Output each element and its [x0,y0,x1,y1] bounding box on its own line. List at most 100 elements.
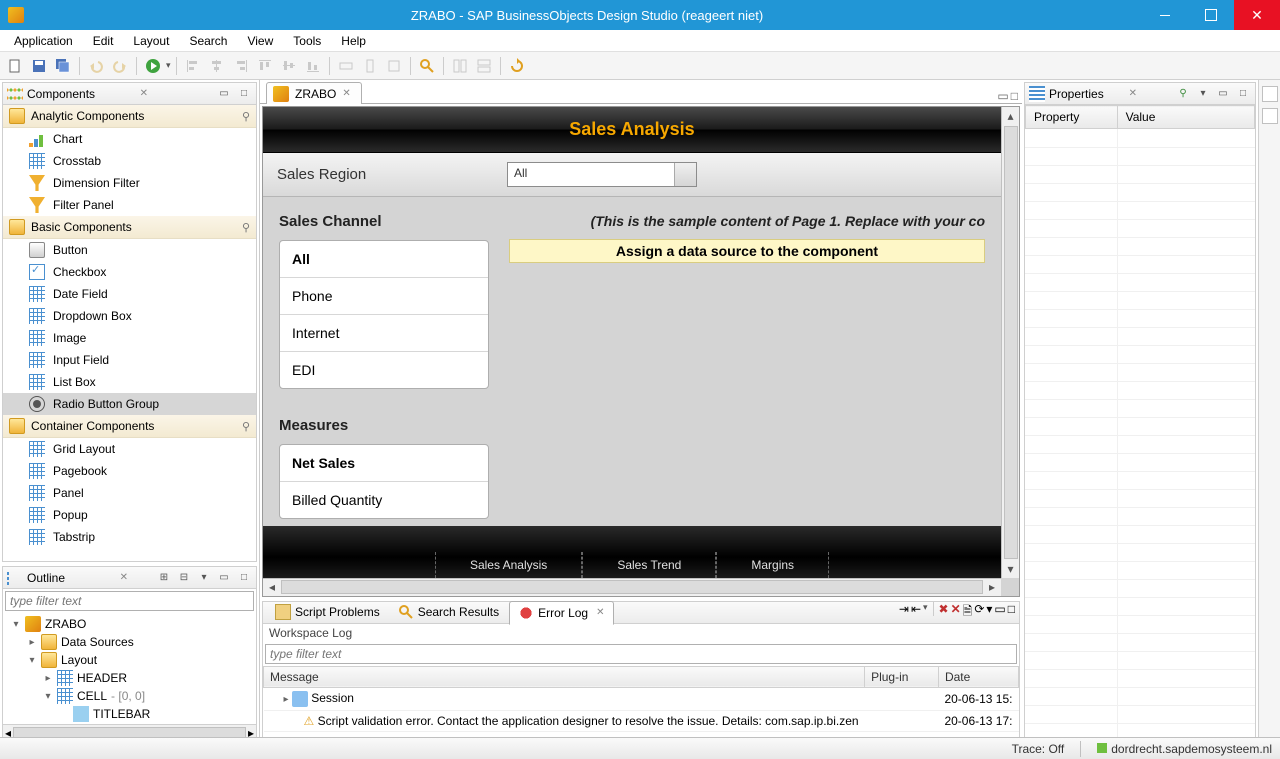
component-item[interactable]: Pagebook [3,460,256,482]
import-log-icon[interactable]: ⇤ [911,602,921,623]
component-item[interactable]: Checkbox [3,261,256,283]
minimize-panel-icon[interactable]: ▭ [994,602,1005,623]
menu-help[interactable]: Help [331,31,376,51]
errorlog-filter[interactable] [265,644,1017,664]
menu-layout[interactable]: Layout [123,31,179,51]
strip-button-2[interactable] [1262,108,1278,124]
measures-listbox[interactable]: Net SalesBilled Quantity [279,444,489,519]
component-item[interactable]: Input Field [3,349,256,371]
maximize-button[interactable] [1188,0,1234,30]
channel-listbox[interactable]: AllPhoneInternetEDI [279,240,489,389]
reread-log-icon[interactable]: ⟳ [974,602,984,623]
component-item[interactable]: Radio Button Group [3,393,256,415]
panel-menu-icon[interactable]: ▾ [196,570,212,586]
tab-close-icon[interactable]: ✕ [342,88,350,99]
layout-a-icon[interactable] [449,55,471,77]
component-item[interactable]: Panel [3,482,256,504]
tab-close-icon[interactable]: ✕ [140,88,148,99]
panel-menu-icon[interactable]: ▾ [1195,86,1211,102]
match-width-icon[interactable] [335,55,357,77]
close-button[interactable]: ✕ [1234,0,1280,30]
save-all-icon[interactable] [52,55,74,77]
tree-item[interactable]: ▾CELL - [0, 0] [43,687,252,705]
list-option[interactable]: All [280,241,488,278]
tree-item[interactable]: ▾Layout [27,651,252,669]
align-bottom-icon[interactable] [302,55,324,77]
footer-tab[interactable]: Sales Analysis [435,552,582,578]
component-item[interactable]: List Box [3,371,256,393]
component-group[interactable]: Basic Components⚲ [3,216,256,239]
align-left-icon[interactable] [182,55,204,77]
pin-icon[interactable]: ⚲ [242,110,250,123]
trace-status[interactable]: Trace: Off [1012,742,1065,756]
component-group[interactable]: Container Components⚲ [3,415,256,438]
component-item[interactable]: Chart [3,128,256,150]
component-item[interactable]: Date Field [3,283,256,305]
component-item[interactable]: Popup [3,504,256,526]
tab-search-results[interactable]: Search Results [390,601,507,623]
maximize-editor-icon[interactable]: □ [1011,89,1018,103]
log-row[interactable]: ▸ Session 20-06-13 15: [264,687,1019,710]
component-item[interactable]: Dropdown Box [3,305,256,327]
open-log-icon[interactable]: 🗎 [963,602,973,623]
list-option[interactable]: Internet [280,315,488,352]
panel-menu-icon[interactable]: ▾ [986,602,992,623]
tree-item[interactable]: ▸Data Sources [27,633,252,651]
region-dropdown[interactable]: All [507,162,697,187]
maximize-panel-icon[interactable]: □ [236,570,252,586]
editor-tab[interactable]: ZRABO ✕ [266,82,362,104]
footer-tab[interactable]: Margins [716,552,829,578]
col-date[interactable]: Date [938,666,1018,687]
dropdown-arrow-icon[interactable] [674,163,696,186]
canvas-vscroll[interactable]: ▴▾ [1001,107,1019,578]
log-row[interactable]: ⚠ Script validation error. Contact the a… [264,710,1019,731]
component-item[interactable]: Crosstab [3,150,256,172]
align-right-icon[interactable] [230,55,252,77]
align-top-icon[interactable] [254,55,276,77]
expand-all-icon[interactable]: ⊞ [156,570,172,586]
match-size-icon[interactable] [383,55,405,77]
list-option[interactable]: Net Sales [280,445,488,482]
menu-tools[interactable]: Tools [283,31,331,51]
clear-log-icon[interactable]: ✖ [939,602,949,623]
footer-tab[interactable]: Sales Trend [582,552,716,578]
minimize-panel-icon[interactable]: ▭ [216,570,232,586]
tab-close-icon[interactable]: ✕ [596,607,604,618]
undo-icon[interactable] [85,55,107,77]
maximize-panel-icon[interactable]: □ [1235,86,1251,102]
save-icon[interactable] [28,55,50,77]
redo-icon[interactable] [109,55,131,77]
align-center-icon[interactable] [206,55,228,77]
outline-filter[interactable] [5,591,254,611]
pin-icon[interactable]: ⚲ [242,221,250,234]
col-property[interactable]: Property [1026,106,1118,129]
strip-button-1[interactable] [1262,86,1278,102]
maximize-panel-icon[interactable]: □ [236,86,252,102]
component-item[interactable]: Filter Panel [3,194,256,216]
menu-search[interactable]: Search [179,31,237,51]
run-icon[interactable] [142,55,164,77]
menu-edit[interactable]: Edit [83,31,124,51]
tab-close-icon[interactable]: ✕ [120,572,128,583]
col-message[interactable]: Message [264,666,865,687]
minimize-panel-icon[interactable]: ▭ [1215,86,1231,102]
new-icon[interactable] [4,55,26,77]
minimize-panel-icon[interactable]: ▭ [216,86,232,102]
tree-root[interactable]: ▾ZRABO [11,615,252,633]
pin-icon[interactable]: ⚲ [1175,86,1191,102]
delete-log-icon[interactable]: ✕ [951,602,961,623]
maximize-panel-icon[interactable]: □ [1008,602,1015,623]
menu-view[interactable]: View [237,31,283,51]
server-status[interactable]: dordrecht.sapdemosysteem.nl [1097,742,1272,756]
align-middle-icon[interactable] [278,55,300,77]
component-group[interactable]: Analytic Components⚲ [3,105,256,128]
component-item[interactable]: Dimension Filter [3,172,256,194]
pin-icon[interactable]: ⚲ [242,420,250,433]
component-item[interactable]: Button [3,239,256,261]
tree-item[interactable]: ▸HEADER [43,669,252,687]
export-log-icon[interactable]: ⇥ [899,602,909,623]
tab-close-icon[interactable]: ✕ [1129,88,1137,99]
col-plugin[interactable]: Plug-in [865,666,939,687]
tab-error-log[interactable]: Error Log✕ [509,601,613,625]
minimize-button[interactable] [1142,0,1188,30]
